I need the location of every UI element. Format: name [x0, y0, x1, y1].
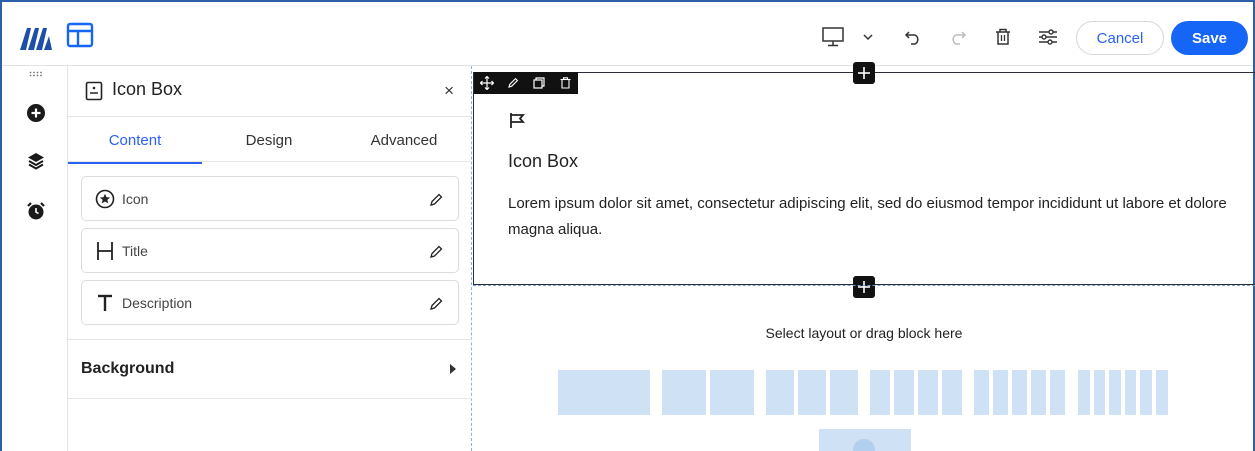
- flag-icon: [510, 113, 525, 128]
- panel-tabs: Content Design Advanced: [68, 116, 472, 164]
- left-rail: [2, 66, 68, 451]
- layout-option-5-col[interactable]: [974, 370, 1065, 415]
- icon-box-block[interactable]: Icon Box Lorem ipsum dolor sit amet, con…: [473, 62, 1255, 298]
- add-circle-icon[interactable]: [25, 102, 47, 124]
- layout-option-6-col[interactable]: [1078, 370, 1168, 415]
- section-divider: [473, 285, 1255, 286]
- add-below-button[interactable]: [853, 276, 875, 298]
- divider: [68, 398, 472, 399]
- pencil-icon[interactable]: [428, 296, 444, 312]
- content-row-description[interactable]: Description: [81, 280, 459, 325]
- alarm-clock-icon[interactable]: [25, 200, 47, 222]
- star-circle-icon: [94, 188, 116, 210]
- tab-advanced[interactable]: Advanced: [336, 117, 472, 163]
- undo-icon[interactable]: [901, 24, 925, 50]
- editor-canvas: Icon Box Lorem ipsum dolor sit amet, con…: [473, 62, 1255, 451]
- panel-title: Icon Box: [112, 79, 183, 99]
- empty-section-label: Select layout or drag block here: [765, 325, 963, 341]
- text-icon: [94, 292, 116, 314]
- trash-icon[interactable]: [991, 24, 1015, 50]
- block-toolbar: [474, 72, 578, 94]
- chevron-down-icon[interactable]: [858, 24, 878, 50]
- redo-icon[interactable]: [946, 24, 970, 50]
- content-row-title[interactable]: Title: [81, 228, 459, 273]
- duplicate-icon[interactable]: [526, 72, 552, 94]
- desktop-icon[interactable]: [820, 24, 846, 50]
- content-row-label: Title: [122, 243, 148, 259]
- settings-sliders-icon[interactable]: [1035, 24, 1061, 50]
- tab-design[interactable]: Design: [202, 117, 336, 163]
- cancel-button[interactable]: Cancel: [1076, 21, 1164, 55]
- layout-option-3-col[interactable]: [766, 370, 858, 415]
- block-title[interactable]: Icon Box: [508, 151, 578, 172]
- layout-option-4-col[interactable]: [870, 370, 962, 415]
- background-label: Background: [81, 360, 175, 377]
- pencil-icon[interactable]: [428, 192, 444, 208]
- panel-header: Icon Box ×: [68, 66, 472, 116]
- caret-right-icon: [450, 364, 456, 374]
- heading-icon: [94, 240, 116, 262]
- content-row-label: Description: [122, 295, 193, 311]
- save-button[interactable]: Save: [1171, 21, 1248, 55]
- icon-box-widget-icon: [85, 81, 103, 101]
- pencil-icon[interactable]: [500, 72, 526, 94]
- add-above-button[interactable]: [853, 62, 875, 84]
- pencil-icon[interactable]: [428, 244, 444, 260]
- close-icon[interactable]: ×: [444, 81, 454, 101]
- add-block-button[interactable]: [819, 429, 911, 451]
- layout-option-2-col[interactable]: [662, 370, 754, 415]
- block-description[interactable]: Lorem ipsum dolor sit amet, consectetur …: [508, 191, 1238, 243]
- tab-content[interactable]: Content: [68, 117, 202, 164]
- background-section[interactable]: Background: [68, 340, 472, 398]
- top-toolbar: Cancel Save: [2, 2, 1253, 66]
- trash-icon[interactable]: [552, 72, 578, 94]
- settings-panel: Icon Box × Content Design Advanced Icon …: [68, 66, 472, 451]
- move-icon[interactable]: [474, 72, 500, 94]
- content-row-icon[interactable]: Icon: [81, 176, 459, 221]
- layout-option-1-col[interactable]: [558, 370, 650, 415]
- drag-handle-icon[interactable]: [25, 68, 47, 80]
- app-logo-icon: [20, 28, 52, 50]
- add-circle-icon: [853, 439, 875, 451]
- layout-icon[interactable]: [66, 22, 94, 48]
- layers-icon[interactable]: [25, 150, 47, 172]
- content-row-label: Icon: [122, 191, 149, 207]
